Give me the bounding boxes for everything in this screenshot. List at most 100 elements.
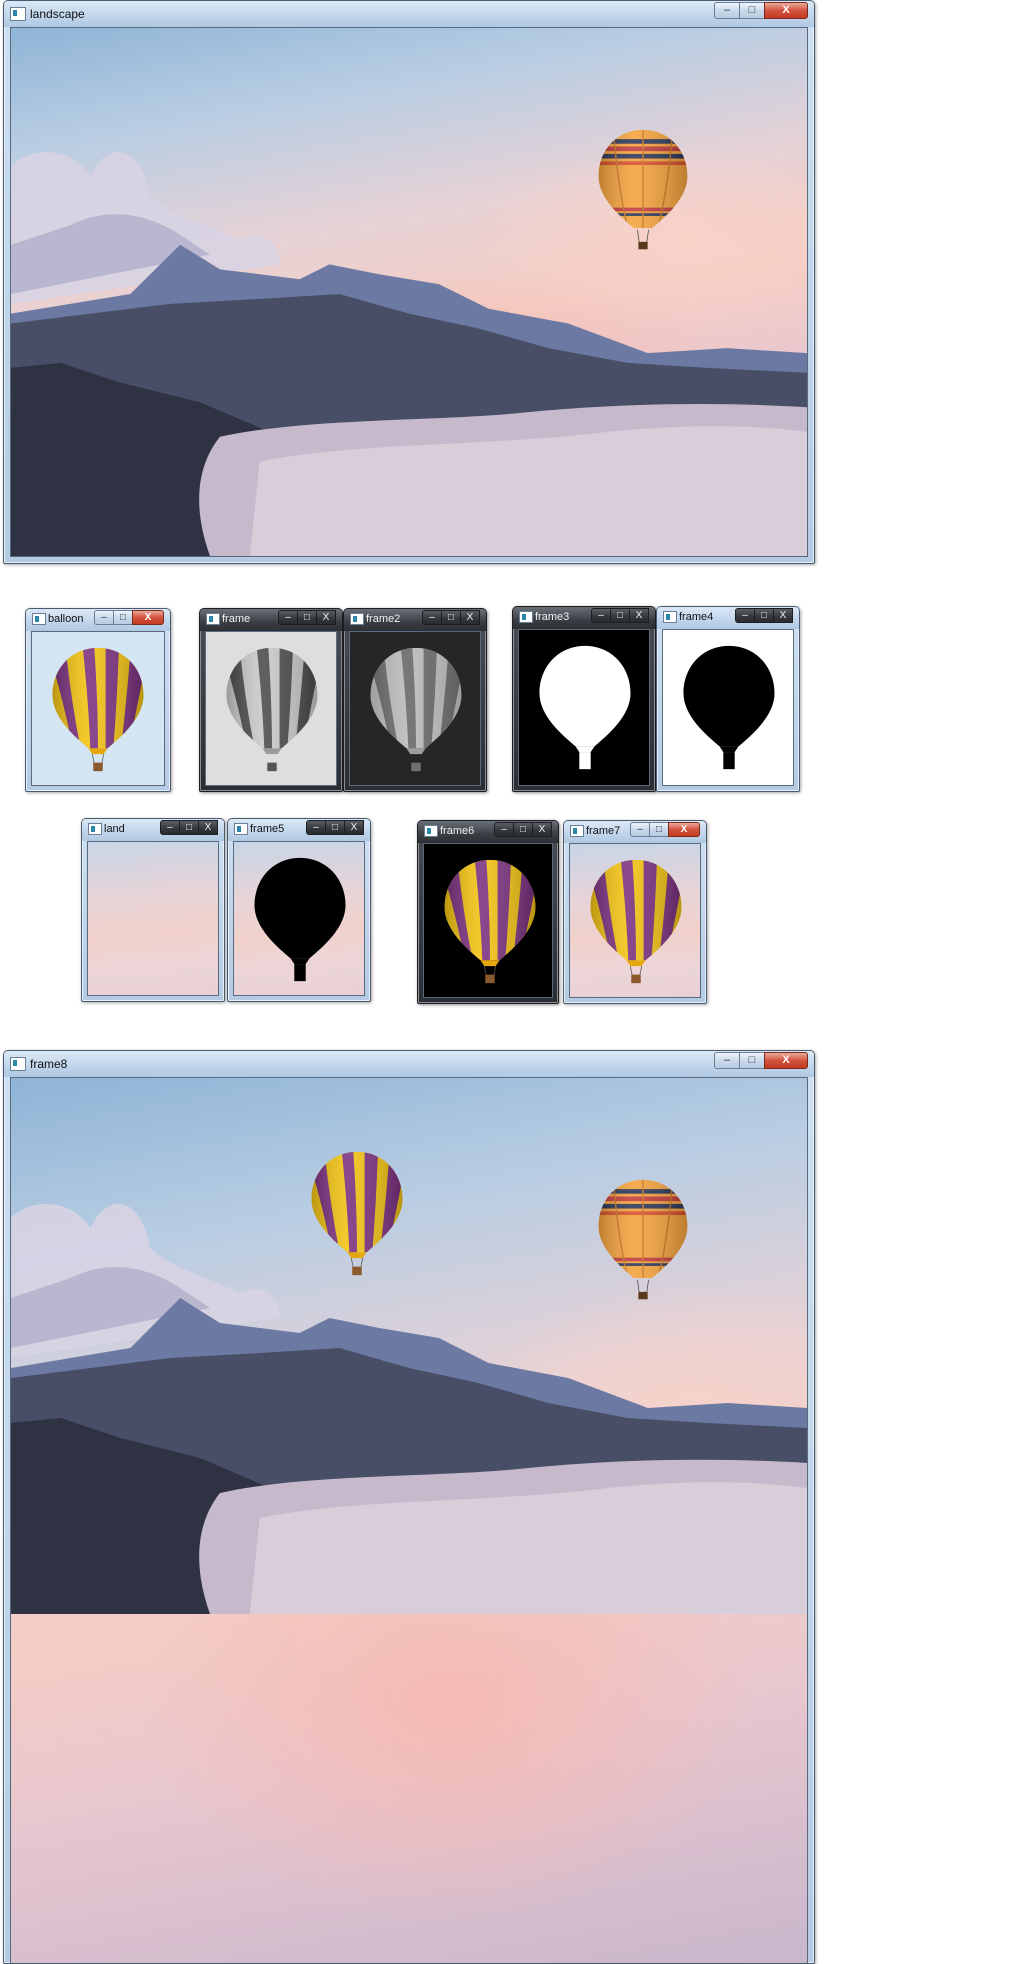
- maximize-button[interactable]: □: [739, 1052, 765, 1069]
- maximize-icon: □: [760, 610, 768, 621]
- title-bar[interactable]: frame5 – □ X: [228, 819, 370, 841]
- close-button[interactable]: X: [132, 610, 164, 625]
- minimize-icon: –: [101, 612, 107, 623]
- window-title: frame5: [250, 823, 285, 835]
- window-title: landscape: [30, 7, 85, 21]
- minimize-icon: –: [501, 824, 507, 835]
- balloon-window: balloon – □ X: [25, 608, 171, 792]
- close-button[interactable]: X: [773, 608, 793, 623]
- landscape-image: [10, 27, 808, 557]
- window-title: frame7: [586, 825, 621, 837]
- close-button[interactable]: X: [344, 820, 364, 835]
- close-icon: X: [635, 610, 643, 621]
- frame6-window: frame6 – □ X: [417, 820, 559, 1004]
- minimize-icon: –: [742, 610, 748, 621]
- maximize-icon: □: [655, 824, 663, 835]
- striped-balloon: [50, 646, 146, 774]
- title-bar[interactable]: frame3 – □ X: [513, 607, 655, 629]
- close-icon: X: [782, 4, 790, 16]
- minimize-button[interactable]: –: [422, 610, 442, 625]
- minimize-button[interactable]: –: [94, 610, 114, 625]
- close-button[interactable]: X: [532, 822, 552, 837]
- close-button[interactable]: X: [198, 820, 218, 835]
- white-balloon-mask: [537, 644, 633, 772]
- minimize-button[interactable]: –: [630, 822, 650, 837]
- app-window-icon: [206, 613, 220, 625]
- title-bar[interactable]: frame6 – □ X: [418, 821, 558, 843]
- orange-balloon: [593, 128, 693, 253]
- minimize-button[interactable]: –: [494, 822, 514, 837]
- title-bar[interactable]: frame4 – □ X: [657, 607, 799, 629]
- app-window-icon: [234, 823, 248, 835]
- title-bar[interactable]: balloon – □ X: [26, 609, 170, 631]
- close-icon: X: [782, 1054, 790, 1066]
- mask-image: [518, 629, 650, 786]
- mountain-scene: [11, 151, 807, 556]
- maximize-icon: □: [748, 4, 756, 16]
- app-window-icon: [519, 611, 533, 623]
- minimize-icon: –: [723, 4, 731, 16]
- minimize-button[interactable]: –: [306, 820, 326, 835]
- minimize-button[interactable]: –: [735, 608, 755, 623]
- app-window-icon: [88, 823, 102, 835]
- maximize-icon: □: [447, 612, 455, 623]
- minimize-icon: –: [429, 612, 435, 623]
- maximize-button[interactable]: □: [297, 610, 317, 625]
- inverted-gray-image: [349, 631, 481, 786]
- black-balloon-mask: [681, 644, 777, 772]
- close-button[interactable]: X: [764, 1052, 808, 1069]
- maximize-button[interactable]: □: [649, 822, 669, 837]
- close-button[interactable]: X: [460, 610, 480, 625]
- maximize-button[interactable]: □: [325, 820, 345, 835]
- maximize-icon: □: [331, 822, 339, 833]
- striped-balloon: [442, 858, 538, 986]
- maximize-button[interactable]: □: [610, 608, 630, 623]
- close-button[interactable]: X: [668, 822, 700, 837]
- minimize-button[interactable]: –: [160, 820, 180, 835]
- title-bar[interactable]: frame8 – □ X: [4, 1051, 814, 1077]
- frame8-window: frame8 – □ X: [3, 1050, 815, 1964]
- composited-crop-image: [569, 843, 701, 998]
- maximize-button[interactable]: □: [113, 610, 133, 625]
- grayscale-image: [205, 631, 337, 786]
- app-window-icon: [424, 825, 438, 837]
- close-button[interactable]: X: [316, 610, 336, 625]
- maximize-button[interactable]: □: [513, 822, 533, 837]
- close-icon: X: [350, 822, 358, 833]
- maximize-icon: □: [616, 610, 624, 621]
- close-button[interactable]: X: [629, 608, 649, 623]
- minimize-icon: –: [723, 1054, 731, 1066]
- minimize-button[interactable]: –: [591, 608, 611, 623]
- black-balloon-hole: [252, 856, 348, 984]
- app-window-icon: [663, 611, 677, 623]
- minimize-button[interactable]: –: [714, 2, 740, 19]
- title-bar[interactable]: frame7 – □ X: [564, 821, 706, 843]
- final-composite-image: [10, 1077, 808, 1963]
- minimize-icon: –: [167, 822, 173, 833]
- maximize-button[interactable]: □: [179, 820, 199, 835]
- maximize-button[interactable]: □: [441, 610, 461, 625]
- land-window: land – □ X: [81, 818, 225, 1002]
- close-button[interactable]: X: [764, 2, 808, 19]
- title-bar[interactable]: frame2 – □ X: [344, 609, 486, 631]
- grayscale-balloon: [224, 646, 320, 774]
- striped-balloon: [309, 1150, 405, 1278]
- maximize-button[interactable]: □: [739, 2, 765, 19]
- frame4-window: frame4 – □ X: [656, 606, 800, 792]
- maximize-button[interactable]: □: [754, 608, 774, 623]
- title-bar[interactable]: land – □ X: [82, 819, 224, 841]
- striped-balloon: [588, 858, 684, 986]
- title-bar[interactable]: frame – □ X: [200, 609, 342, 631]
- window-title: frame: [222, 613, 251, 625]
- land-masked-image: [233, 841, 365, 996]
- close-icon: X: [466, 612, 474, 623]
- grayscale-balloon: [368, 646, 464, 774]
- window-title: frame8: [30, 1057, 68, 1071]
- window-title: frame4: [679, 611, 714, 623]
- window-title: balloon: [48, 613, 84, 625]
- land-crop-image: [87, 841, 219, 996]
- minimize-button[interactable]: –: [278, 610, 298, 625]
- minimize-button[interactable]: –: [714, 1052, 740, 1069]
- window-title: frame6: [440, 825, 475, 837]
- title-bar[interactable]: landscape – □ X: [4, 1, 814, 27]
